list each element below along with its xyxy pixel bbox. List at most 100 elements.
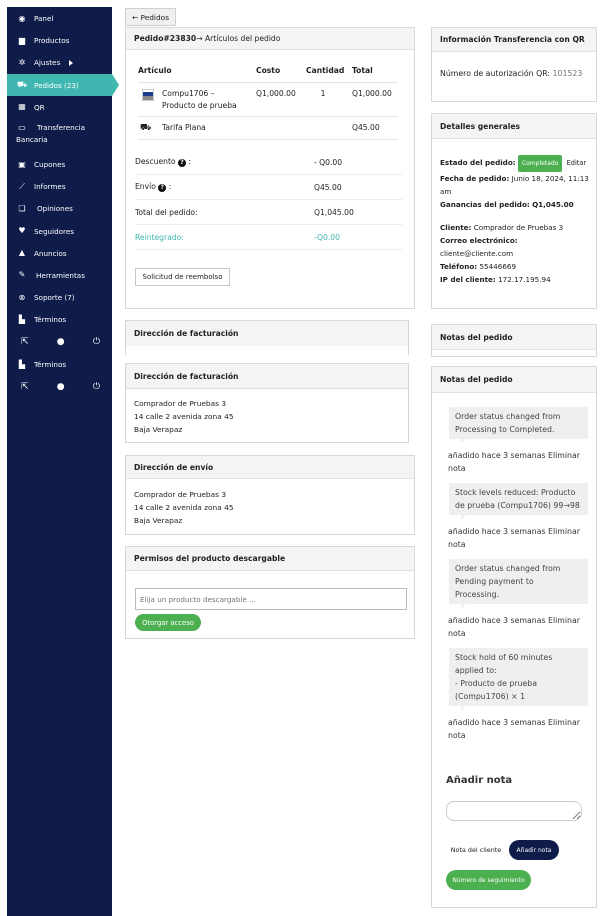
order-items-table: Artículo Costo Cantidad Total Compu1706 … (138, 60, 398, 140)
note-type-select[interactable]: Nota del cliente (446, 840, 506, 860)
order-total-row: Total del pedido: Q1,045.00 (135, 200, 402, 225)
back-to-orders-button[interactable]: ← Pedidos (125, 8, 176, 26)
shipping-address-card: Dirección de envío Comprador de Pruebas … (125, 455, 415, 535)
delete-note-link[interactable]: Eliminar (548, 527, 580, 536)
column-header: Cantidad (306, 60, 352, 83)
client-row: Cliente: Comprador de Pruebas 3 (440, 223, 564, 232)
billing-address-header: Dirección de facturación (126, 321, 408, 346)
add-note-button[interactable]: Añadir nota (509, 840, 559, 860)
ip-row: IP del cliente: 172.17.195.94 (440, 275, 551, 284)
tracking-number-button[interactable]: Número de seguimiento (446, 870, 531, 890)
address-line: Baja Verapaz (134, 516, 183, 525)
qr-auth-value: 101523 (552, 69, 583, 78)
sidebar-item-herramientas[interactable]: ✎ Herramientas (7, 264, 112, 286)
external-link-icon[interactable]: ⇱ (21, 337, 29, 347)
sidebar-item-pedidos[interactable]: ⛟ Pedidos (23) (7, 74, 119, 97)
cart-icon: ⛟ (17, 80, 28, 90)
billing-address-card-empty: Dirección de facturación (125, 320, 409, 355)
note-bubble: Stock levels reduced: Producto de prueba… (449, 483, 588, 520)
external-link-icon[interactable]: ⇱ (21, 382, 29, 392)
delete-note-link[interactable]: Eliminar (548, 451, 580, 460)
qr-auth-label: Número de autorización QR: (440, 69, 551, 78)
address-line: 14 calle 2 avenida zona 45 (134, 412, 234, 421)
user-icon[interactable]: ● (57, 337, 65, 347)
heart-icon: ♥ (18, 226, 26, 236)
gift-icon: ▣ (18, 159, 26, 169)
briefcase-icon: ▆ (18, 35, 26, 45)
order-notes-card: Notas del pedido Order status changed fr… (431, 366, 597, 908)
table-row: ⛟ Tarifa Plana Q45.00 (138, 116, 398, 139)
order-notes-header: Notas del pedido (432, 325, 596, 350)
item-quantity: 1 (320, 88, 326, 98)
note-bubble: Order status changed from Pending paymen… (449, 559, 588, 609)
note-meta: añadido hace 3 semanas Eliminar nota (448, 451, 580, 473)
delete-note-link[interactable]: Eliminar (548, 616, 580, 625)
sidebar-item-terminos[interactable]: ▙ Términos (7, 309, 112, 331)
chart-icon: ⟋ (19, 181, 25, 191)
sidebar-item-transferencia[interactable]: ▭ Transferencia Bancaria (7, 118, 112, 151)
address-line: Comprador de Pruebas 3 (134, 490, 227, 499)
gear-icon: ✲ (18, 57, 26, 67)
email-value: cliente@cliente.com (440, 249, 514, 258)
sidebar-item-terminos-2[interactable]: ▙ Términos (7, 353, 112, 375)
sidebar-item-informes[interactable]: ⟋ Informes (7, 176, 112, 198)
product-name[interactable]: Compu1706 – (162, 88, 237, 100)
refunded-value: -Q0.00 (314, 232, 340, 242)
note-bubble: Stock hold of 60 minutes applied to: - P… (449, 648, 588, 711)
refund-request-button[interactable]: Solicitud de reembolso (135, 268, 230, 286)
help-icon[interactable]: ? (178, 159, 186, 167)
note-meta: añadido hace 3 semanas Eliminar nota (448, 527, 580, 549)
delete-note-link[interactable]: Eliminar (548, 718, 580, 727)
column-header: Costo (256, 60, 306, 83)
note-meta: añadido hace 3 semanas Eliminar nota (448, 616, 580, 638)
status-badge: Completado (517, 155, 563, 172)
order-notes-card-empty: Notas del pedido (431, 324, 597, 357)
sidebar-footer-icons-2: ⇱ ● ⏻ (7, 376, 112, 399)
shipping-total: Q45.00 (352, 122, 380, 132)
user-icon[interactable]: ● (57, 382, 65, 392)
downloadable-product-select[interactable] (135, 588, 407, 610)
help-icon[interactable]: ? (158, 184, 167, 192)
product-thumbnail[interactable] (142, 88, 154, 101)
shipping-method: Tarifa Plana (162, 122, 206, 132)
sidebar-item-opiniones[interactable]: ❏ Opiniones (7, 198, 112, 220)
column-header: Total (352, 60, 398, 83)
comments-icon: ❏ (18, 203, 26, 213)
table-row: Compu1706 – Producto de prueba Q1,000.00… (138, 82, 398, 116)
sidebar-item-ajustes[interactable]: ✲ Ajustes (7, 52, 112, 74)
dashboard-icon: ◉ (18, 13, 26, 23)
order-notes-header: Notas del pedido (432, 367, 596, 393)
order-items-card: Pedido#23830 → Artículos del pedido Artí… (125, 27, 415, 309)
caret-right-icon (69, 59, 74, 66)
grant-access-button[interactable]: Otorgar acceso (135, 614, 201, 631)
qr-icon: ▦ (18, 102, 26, 112)
order-earnings-row: Ganancias del pedido: Q1,045.00 (440, 200, 574, 209)
billing-address-header: Dirección de facturación (126, 364, 408, 389)
power-icon[interactable]: ⏻ (93, 382, 100, 392)
bank-card-icon: ▭ (18, 122, 26, 132)
sidebar-item-qr[interactable]: ▦ QR (7, 96, 112, 118)
sidebar-item-soporte[interactable]: ⊗ Soporte (7) (7, 287, 112, 309)
sidebar-item-seguidores[interactable]: ♥ Seguidores (7, 220, 112, 242)
order-date-row: Fecha de pedido: Junio 18, 2024, 11:13 (440, 174, 589, 183)
sidebar-item-cupones[interactable]: ▣ Cupones (7, 153, 112, 175)
qr-info-card: Información Transferencia con QR Número … (431, 27, 597, 102)
note-bubble: Order status changed from Processing to … (449, 407, 588, 444)
order-items-header: Pedido#23830 → Artículos del pedido (126, 28, 414, 50)
sidebar-item-productos[interactable]: ▆ Productos (7, 30, 112, 52)
shipping-address-header: Dirección de envío (126, 456, 414, 479)
truck-icon: ⛟ (140, 122, 152, 133)
sidebar-item-panel[interactable]: ◉ Panel (7, 8, 112, 30)
download-permissions-header: Permisos del producto descargable (126, 547, 414, 571)
general-details-card: Detalles generales Estado del pedido: Co… (431, 113, 597, 309)
email-row: Correo electrónico: (440, 236, 518, 245)
add-note-title: Añadir nota (446, 775, 513, 786)
sidebar-item-anuncios[interactable]: ▲ Anuncios (7, 242, 112, 264)
document-icon: ▙ (18, 314, 26, 324)
edit-status-link[interactable]: Editar (567, 159, 587, 167)
discount-row: Descuento ? : - Q0.00 (135, 150, 402, 175)
order-total-value: Q1,045.00 (314, 207, 354, 217)
product-name-line2[interactable]: Producto de prueba (162, 100, 237, 112)
power-icon[interactable]: ⏻ (93, 337, 100, 347)
add-note-textarea[interactable] (446, 801, 582, 821)
